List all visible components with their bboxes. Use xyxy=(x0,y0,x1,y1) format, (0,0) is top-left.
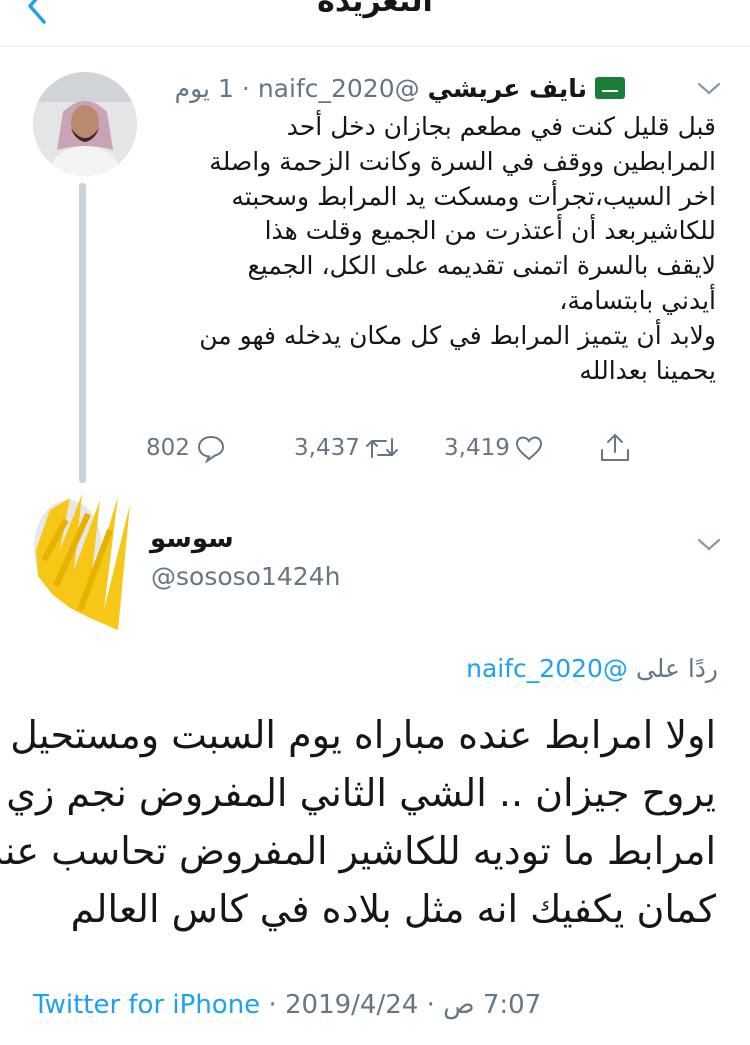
tweet-line: اخر السيب،تجرأت ومسكت يد المرابط وسحبته xyxy=(231,181,716,211)
tweet-time: 1 يوم xyxy=(174,73,234,103)
tweet-line: قبل قليل كنت في مطعم بجازان دخل أحد xyxy=(286,112,716,141)
tweet-line: للكاشيربعد أن أعتذرت من الجميع وقلت هذا xyxy=(264,216,716,246)
avatar[interactable] xyxy=(30,490,140,635)
retweet-count: 3,437 xyxy=(294,435,360,461)
thread-connector xyxy=(79,183,86,483)
like-count: 3,419 xyxy=(444,435,510,461)
tweet-line: ولابد أن يتميز المرابط في كل مكان يدخله … xyxy=(199,320,716,350)
like-button[interactable]: 3,419 xyxy=(444,430,544,466)
replying-to-mention[interactable]: @naifc_2020 xyxy=(466,654,628,683)
chevron-down-icon xyxy=(697,538,721,551)
tweet-options-button[interactable] xyxy=(696,78,722,98)
meta-dot: · xyxy=(241,73,250,103)
tweet-clock-time: 7:07 ص xyxy=(443,990,542,1020)
reply-author-handle[interactable]: @sososo1424h xyxy=(151,562,340,591)
chevron-down-icon xyxy=(697,82,721,95)
replying-to-label: ردًا على xyxy=(635,654,718,683)
user-photo xyxy=(33,72,137,176)
tweet-text: قبل قليل كنت في مطعم بجازان دخل أحد المر… xyxy=(156,110,716,388)
top-bar: التغريدة xyxy=(0,0,750,47)
reply-author-name[interactable]: سوسو xyxy=(150,524,234,554)
share-icon xyxy=(601,434,629,461)
retweet-button[interactable]: 3,437 xyxy=(294,430,400,466)
tweet-line: أيدني بابتسامة، xyxy=(559,285,716,315)
replying-to: ردًا على @naifc_2020 xyxy=(466,654,718,683)
saudi-flag-icon xyxy=(595,77,625,99)
page-title: التغريدة xyxy=(317,0,433,19)
tweet-date: 2019/4/24 xyxy=(284,990,419,1020)
avatar[interactable] xyxy=(33,72,137,176)
reply-line: اولا امرابط عنده مباراه يوم السبت ومستحي… xyxy=(10,713,716,757)
author-name[interactable]: نايف عريشي xyxy=(428,74,587,103)
retweet-icon xyxy=(365,438,398,458)
reply-options-button[interactable] xyxy=(696,534,722,554)
footer-dot: · xyxy=(426,990,444,1020)
footer-dot: · xyxy=(268,990,285,1020)
reply-line: يروح جيزان .. الشي الثاني المفروض نجم زي xyxy=(6,771,716,815)
source-link[interactable]: Twitter for iPhone xyxy=(33,990,260,1020)
tweet-header: نايف عريشي @naifc_2020 · 1 يوم xyxy=(175,70,625,106)
tweet-line: يحمينا بعدالله xyxy=(579,355,716,385)
reply-text: اولا امرابط عنده مباراه يوم السبت ومستحي… xyxy=(0,706,716,938)
heart-icon xyxy=(515,436,542,461)
author-handle[interactable]: @naifc_2020 xyxy=(258,74,420,103)
reply-count: 802 xyxy=(146,435,190,461)
reply-line: كمان يكفيك انه مثل بلاده في كاس العالم xyxy=(70,887,716,931)
comment-icon xyxy=(197,435,224,463)
scribbled-avatar xyxy=(34,494,130,630)
reply-button[interactable]: 802 xyxy=(146,430,226,466)
reply-line: امرابط ما توديه للكاشير المفروض تحاسب عن… xyxy=(0,829,716,873)
tweet-line: لايقف بالسرة اتمنى تقديمه على الكل، الجم… xyxy=(247,251,717,281)
share-button[interactable] xyxy=(598,430,632,466)
tweet-line: المرابطين ووقف في السرة وكانت الزحمة واص… xyxy=(209,146,716,176)
tweet-footer: Twitter for iPhone · 2019/4/24 · 7:07 ص xyxy=(33,990,541,1020)
